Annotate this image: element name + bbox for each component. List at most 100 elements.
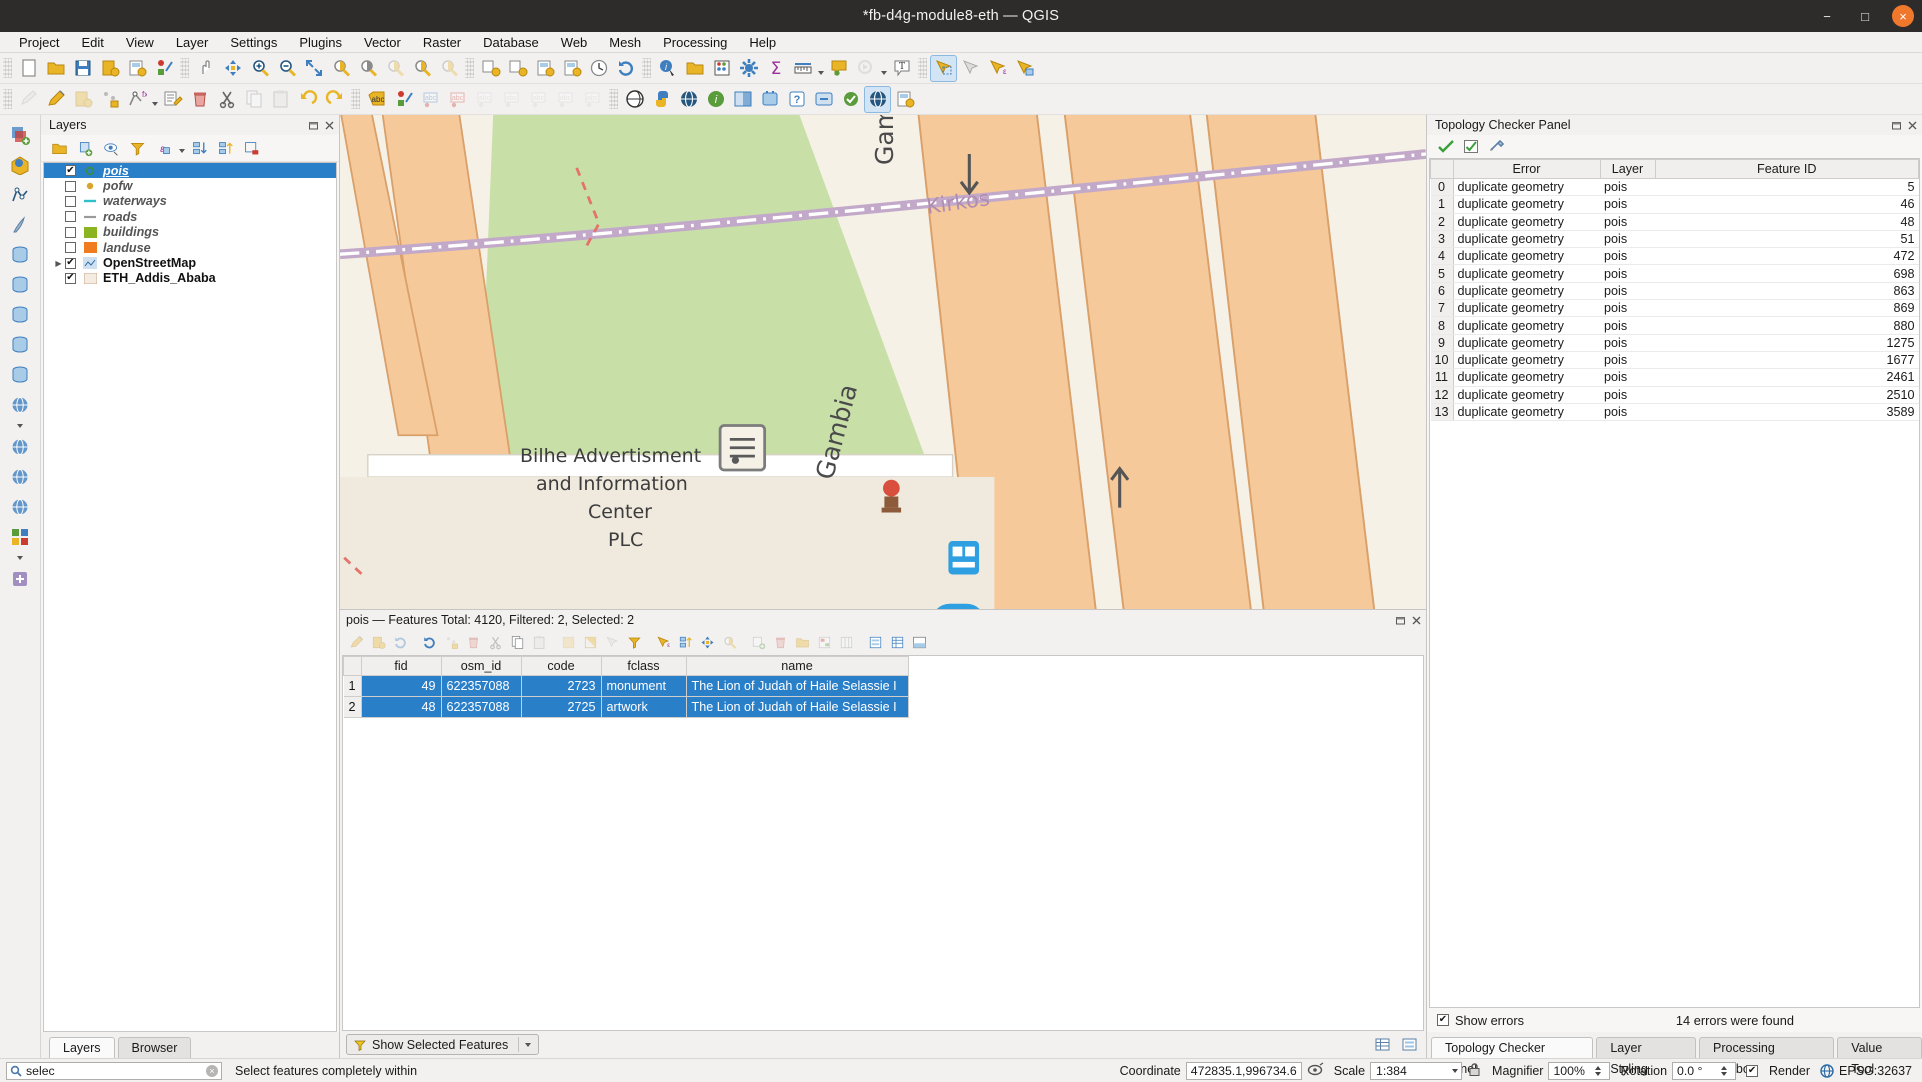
tc-feature-id[interactable]: 5 [1655,178,1919,197]
chevron-down-icon[interactable] [177,136,186,160]
identify-features-icon[interactable]: i [654,55,681,82]
toolbar-grip[interactable] [918,58,927,78]
toolbar-grip[interactable] [180,58,189,78]
refresh-icon[interactable] [419,632,440,653]
layer-visibility-checkbox[interactable] [65,165,76,177]
column-header-name[interactable]: name [685,656,909,676]
form-view-toggle-icon[interactable] [1399,1034,1420,1055]
chevron-down-icon[interactable] [16,421,25,431]
globe-icon[interactable] [864,85,891,113]
cell-osm-id[interactable]: 622357088 [440,696,522,718]
table-row[interactable]: 4 duplicate geometry pois 472 [1430,247,1919,266]
cell-fid[interactable]: 48 [360,696,442,718]
tc-layer[interactable]: pois [1600,316,1656,335]
organize-columns-icon[interactable] [836,632,857,653]
add-raster-layer-icon[interactable] [5,151,35,179]
filter-selection-icon[interactable] [624,632,645,653]
rotation-input[interactable]: 0.0 ° [1672,1061,1737,1080]
add-db2-layer-icon[interactable] [5,361,35,389]
add-vectortile-layer-icon[interactable] [5,523,35,551]
open-attribute-table-icon[interactable] [681,55,708,82]
current-edits-icon[interactable] [15,86,42,113]
tc-feature-id[interactable]: 698 [1655,264,1919,283]
cell-fclass[interactable]: artwork [600,696,687,718]
layer-visibility-checkbox[interactable] [65,180,76,192]
table-row[interactable]: 1 duplicate geometry pois 46 [1430,195,1919,214]
add-feature-icon[interactable] [96,86,123,113]
minimize-icon[interactable]: − [1816,5,1838,27]
tc-error[interactable]: duplicate geometry [1453,178,1601,197]
table-row[interactable]: 2 48 622357088 2725 artwork The Lion of Judah… [343,696,909,718]
add-spatialite-layer-icon[interactable] [5,271,35,299]
sidebar-item-roads[interactable]: roads [44,209,336,224]
tc-layer[interactable]: pois [1600,282,1656,301]
magnifier-input[interactable]: 100% [1548,1061,1611,1080]
toolbar-grip[interactable] [642,58,651,78]
label-properties-icon[interactable]: abc [579,86,606,113]
tc-feature-id[interactable]: 1275 [1655,334,1919,352]
render-checkbox[interactable] [1746,1064,1759,1077]
tc-layer[interactable]: pois [1600,230,1656,249]
qfield-sync-icon[interactable] [810,86,837,113]
chevron-down-icon[interactable] [525,1042,532,1047]
menu-raster[interactable]: Raster [412,32,472,53]
measure-line-icon[interactable] [789,55,816,82]
select-by-expression-icon[interactable]: ε [984,55,1011,82]
cell-osm-id[interactable]: 622357088 [440,675,522,697]
deselect-all-icon[interactable] [602,632,623,653]
python-console-icon[interactable] [648,86,675,113]
tc-layer[interactable]: pois [1600,403,1656,422]
new-print-layout-2-icon[interactable] [531,55,558,82]
zoom-out-icon[interactable] [273,55,300,82]
add-mesh-layer-icon[interactable] [5,181,35,209]
help-contents-icon[interactable]: ? [783,86,810,113]
menu-mesh[interactable]: Mesh [598,32,652,53]
sidebar-item-pofw[interactable]: pofw [44,178,336,193]
open-project-icon[interactable] [42,55,69,82]
chevron-down-icon[interactable] [879,55,888,82]
filter-legend-by-expression-icon[interactable]: ε [151,136,176,160]
remove-layer-icon[interactable] [239,136,264,160]
delete-feature-icon[interactable] [463,632,484,653]
tc-layer[interactable]: pois [1600,195,1656,214]
cell-fid[interactable]: 49 [360,675,442,697]
zoom-in-icon[interactable] [246,55,273,82]
dock-attribute-table-icon[interactable] [909,632,930,653]
tab-processing-toolbox[interactable]: Processing Toolbox [1699,1037,1835,1076]
layout-icon[interactable] [891,86,918,113]
new-print-layout-icon[interactable] [123,55,150,82]
save-project-icon[interactable] [69,55,96,82]
qgis-info-icon[interactable]: i [702,86,729,113]
menu-edit[interactable]: Edit [70,32,114,53]
select-value-icon[interactable] [1011,55,1038,82]
deselect-icon[interactable] [957,55,984,82]
table-view-icon[interactable] [887,632,908,653]
menu-settings[interactable]: Settings [219,32,288,53]
magnifier-stepper[interactable] [1595,1065,1605,1076]
layer-visibility-checkbox[interactable] [65,226,76,238]
menu-plugins[interactable]: Plugins [288,32,353,53]
table-row[interactable]: 3 duplicate geometry pois 51 [1430,230,1919,249]
new-map-view-icon[interactable] [477,55,504,82]
table-row[interactable]: 8 duplicate geometry pois 880 [1430,316,1919,335]
modify-attributes-icon[interactable] [159,86,186,113]
cut-icon[interactable] [485,632,506,653]
metasearch-icon[interactable] [675,86,702,113]
tc-error[interactable]: duplicate geometry [1453,264,1601,283]
cell-name[interactable]: The Lion of Judah of Haile Selassie I [685,675,909,697]
menu-layer[interactable]: Layer [165,32,220,53]
sidebar-item-buildings[interactable]: buildings [44,225,336,240]
table-row[interactable]: 5 duplicate geometry pois 698 [1430,264,1919,283]
layer-visibility-checkbox[interactable] [65,257,76,269]
tc-error[interactable]: duplicate geometry [1453,299,1601,318]
toolbar-grip[interactable] [3,58,12,78]
maximize-icon[interactable]: □ [1854,5,1876,27]
new-report-icon[interactable] [558,55,585,82]
menu-help[interactable]: Help [738,32,787,53]
lock-scale-icon[interactable] [1467,1062,1482,1080]
open-field-calculator-icon[interactable] [792,632,813,653]
show-errors-checkbox[interactable] [1437,1014,1449,1026]
tc-error[interactable]: duplicate geometry [1453,351,1601,370]
move-selection-to-top-icon[interactable] [675,632,696,653]
zoom-native-icon[interactable] [381,55,408,82]
